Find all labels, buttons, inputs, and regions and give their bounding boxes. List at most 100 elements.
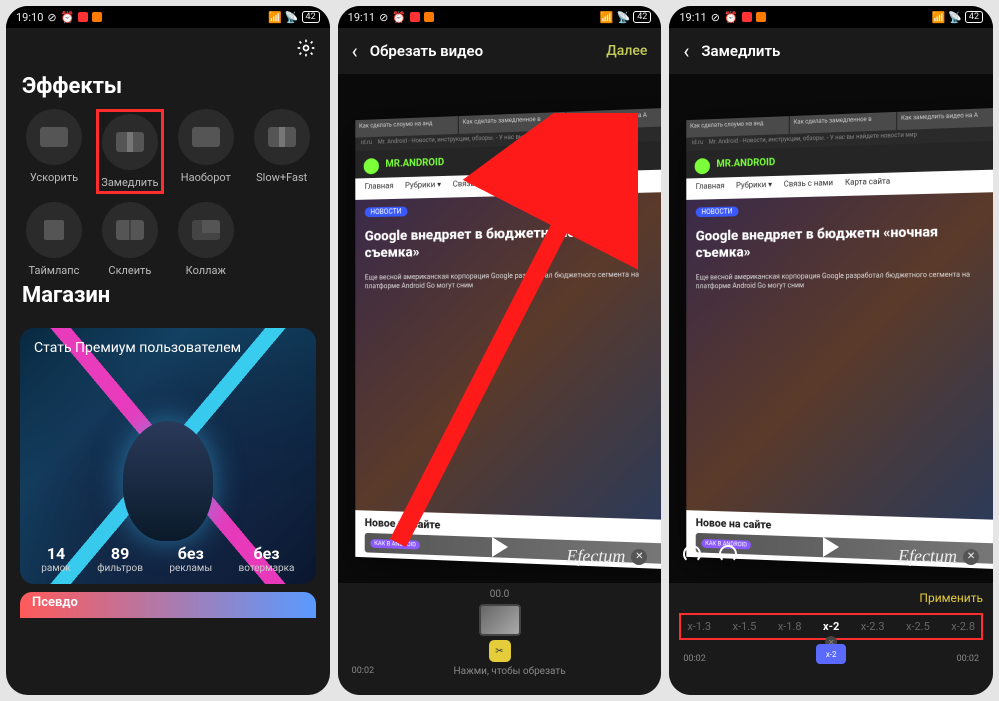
stat-label: фильтров [97, 563, 143, 574]
preview-content: Как сделать слоумо на анд Как сделать за… [687, 107, 993, 569]
effect-slow[interactable]: Slow+Fast [248, 109, 316, 194]
speed-option[interactable]: x-1.3 [687, 620, 711, 633]
battery-level: 42 [633, 11, 651, 23]
speed-option[interactable]: x-1.8 [778, 620, 802, 633]
effect-slow[interactable]: Замедлить [96, 109, 164, 194]
nav-title: Замедлить [701, 42, 780, 60]
hero-badge: НОВОСТИ [364, 206, 406, 217]
speed-option[interactable]: x-2 [823, 620, 839, 633]
play-icon[interactable] [492, 537, 508, 557]
timeline-end: 00:02 [957, 654, 979, 664]
status-bar: 19:11 ⊘ ⏰ 📶 📡 42 [338, 6, 662, 28]
video-preview[interactable]: Как сделать слоумо на анд Как сделать за… [669, 74, 993, 583]
effect-icon [102, 114, 158, 170]
app-icon-2 [756, 12, 766, 22]
status-bar: 19:10 ⊘ ⏰ 📶 📡 42 [6, 6, 330, 28]
section-store-title: Магазин [6, 277, 330, 318]
signal-icon: 📶 [931, 11, 945, 24]
status-time: 19:10 [16, 11, 43, 24]
alarm-icon: ⏰ [392, 11, 406, 24]
hero-headline: Google внедряет в бюджетн «ночная съемка… [364, 223, 661, 262]
watermark-text: Efectum [566, 546, 625, 567]
premium-promo-card[interactable]: Стать Премиум пользователем 14рамок 89фил… [20, 328, 316, 584]
scissors-icon[interactable]: ✂ [489, 640, 511, 662]
app-icon-2 [424, 12, 434, 22]
bottom-card[interactable]: Псевдо [20, 592, 316, 618]
stat-label: вотермарка [239, 563, 295, 574]
effect-label: Таймлапс [29, 264, 80, 277]
site-nav-item: Главная [364, 181, 393, 195]
watermark-close-icon[interactable]: ✕ [963, 549, 979, 565]
wifi-icon: 📡 [948, 11, 962, 24]
nav-bar: ‹ Замедлить [669, 28, 993, 74]
speed-option[interactable]: x-2.8 [951, 620, 975, 633]
effect-stop[interactable]: Таймлапс [20, 202, 88, 277]
timeline[interactable]: 00:02 ✕ x-2 00:02 [679, 648, 983, 664]
effect-icon [102, 202, 158, 258]
watermark: Efectum ✕ [898, 546, 979, 567]
preview-content: Как сделать слоумо на анд Как сделать за… [355, 107, 661, 569]
stat-value: 14 [41, 544, 71, 563]
speed-option[interactable]: x-2.3 [861, 620, 885, 633]
stat-value: без [239, 544, 295, 563]
trim-position: 00.0 [490, 589, 510, 600]
watermark-close-icon[interactable]: ✕ [631, 549, 647, 565]
phone-screen-effects: 19:10 ⊘ ⏰ 📶 📡 42 Эффекты Ускорить Замедл… [6, 6, 330, 695]
card-badge: КАК В ANDROID [370, 538, 420, 549]
site-logo: MR.ANDROID [385, 157, 444, 170]
browser-url: id.ru [692, 139, 703, 146]
next-button[interactable]: Далее [606, 43, 647, 59]
hero-subtext: Еще весной американская корпорация Googl… [696, 270, 993, 291]
effect-icon [26, 109, 82, 165]
browser-url: id.ru [361, 139, 372, 146]
site-nav-item: Связь с нами [784, 178, 833, 193]
battery-level: 42 [302, 11, 320, 23]
trim-start-time: 00:02 [352, 666, 374, 677]
video-preview[interactable]: Как сделать слоумо на анд Как сделать за… [338, 74, 662, 583]
play-icon[interactable] [823, 537, 839, 557]
stat-label: рамок [41, 563, 71, 574]
rotate-controls [683, 545, 737, 563]
promo-stat: 14рамок [41, 544, 71, 574]
watermark-text: Efectum [898, 546, 957, 567]
effect-icon [254, 109, 310, 165]
apply-button[interactable]: Применить [919, 591, 983, 605]
effect-fast[interactable]: Ускорить [20, 109, 88, 194]
trim-end-spacer [645, 666, 647, 677]
dnd-icon: ⊘ [379, 11, 388, 24]
effect-grid[interactable]: Коллаж [172, 202, 240, 277]
site-nav-item: Связь с нами [452, 178, 501, 193]
back-button[interactable]: ‹ [352, 39, 358, 63]
effect-rev[interactable]: Наоборот [172, 109, 240, 194]
trim-panel: 00.0 ✂ 00:02 Нажми, чтобы обрезать [338, 583, 662, 695]
effects-grid: Ускорить Замедлить Наоборот Slow+Fast Та… [6, 109, 330, 277]
effect-split[interactable]: Склеить [96, 202, 164, 277]
site-nav-item: Рубрики ▾ [405, 180, 441, 195]
speed-option[interactable]: x-1.5 [733, 620, 757, 633]
speed-option[interactable]: x-2.5 [906, 620, 930, 633]
effect-icon [178, 109, 234, 165]
speed-panel: Применить x-1.3 x-1.5 x-1.8 x-2 x-2.3 x-2.5 x-… [669, 583, 993, 695]
undo-icon[interactable] [683, 545, 701, 563]
stat-value: без [169, 544, 212, 563]
phone-screen-trim: 19:11 ⊘ ⏰ 📶 📡 42 ‹ Обрезать видео Далее … [338, 6, 662, 695]
settings-icon[interactable] [296, 38, 316, 58]
battery-level: 42 [965, 11, 983, 23]
hero-badge: НОВОСТИ [696, 206, 738, 217]
redo-icon[interactable] [719, 545, 737, 563]
speed-marker[interactable]: x-2 [816, 644, 846, 664]
back-button[interactable]: ‹ [683, 39, 689, 63]
signal-icon: 📶 [600, 11, 614, 24]
effect-label: Замедлить [101, 176, 158, 189]
site-logo: MR.ANDROID [717, 157, 776, 170]
promo-stat: безрекламы [169, 544, 212, 574]
promo-title: Стать Премиум пользователем [34, 340, 241, 356]
app-icon-1 [78, 12, 88, 22]
stat-value: 89 [97, 544, 143, 563]
bottom-card-label: Псевдо [32, 595, 78, 610]
trim-thumbnail[interactable] [479, 604, 521, 636]
site-nav-item: Главная [696, 181, 725, 195]
promo-stat: 89фильтров [97, 544, 143, 574]
stat-label: рекламы [169, 563, 212, 574]
wifi-icon: 📡 [617, 11, 631, 24]
